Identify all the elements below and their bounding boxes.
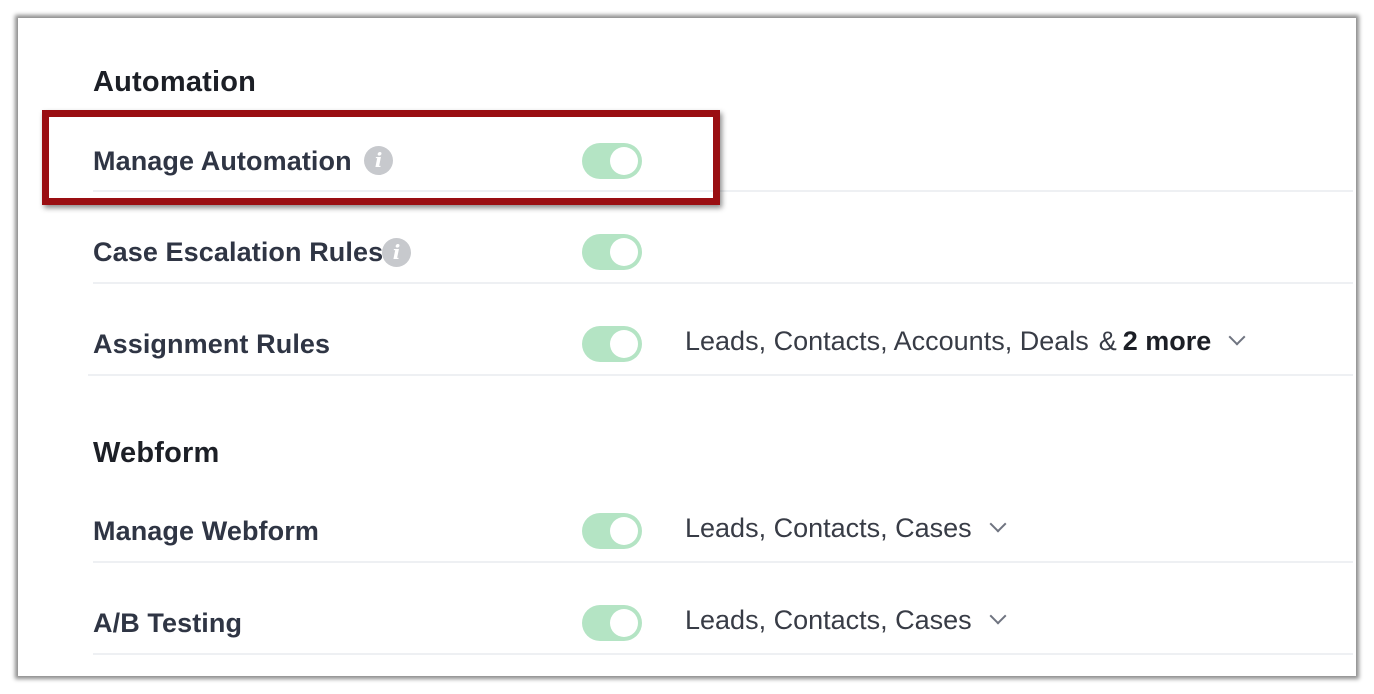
ampersand: & [1098, 326, 1117, 356]
row-divider [93, 561, 1353, 563]
more-modules-count: 2 more [1122, 326, 1212, 356]
toggle-manage-webform[interactable] [582, 513, 642, 549]
row-divider [93, 282, 1353, 284]
toggle-knob [610, 238, 638, 266]
highlight-box [42, 110, 720, 205]
chevron-down-icon [1228, 328, 1246, 346]
section-title-webform: Webform [93, 437, 220, 469]
chevron-down-icon [989, 607, 1007, 625]
module-list: Leads, Contacts, Accounts, Deals [685, 326, 1089, 356]
info-icon[interactable]: i [382, 238, 411, 267]
toggle-knob [610, 609, 638, 637]
module-selector-assignment-rules[interactable]: Leads, Contacts, Accounts, Deals & 2 more [685, 326, 1246, 357]
row-label-manage-webform: Manage Webform [93, 516, 319, 546]
toggle-case-escalation-rules[interactable] [582, 234, 642, 270]
module-list: Leads, Contacts, Cases [685, 513, 972, 543]
row-label-assignment-rules: Assignment Rules [93, 329, 331, 359]
row-divider [93, 653, 1353, 655]
toggle-ab-testing[interactable] [582, 605, 642, 641]
section-title-automation: Automation [93, 66, 257, 98]
module-selector-manage-webform[interactable]: Leads, Contacts, Cases [685, 513, 1007, 544]
chevron-down-icon [989, 515, 1007, 533]
module-selector-ab-testing[interactable]: Leads, Contacts, Cases [685, 605, 1007, 636]
row-divider [88, 374, 1353, 376]
toggle-knob [610, 517, 638, 545]
module-list: Leads, Contacts, Cases [685, 605, 972, 635]
toggle-knob [610, 330, 638, 358]
row-label-case-escalation-rules: Case Escalation Rules [93, 237, 384, 267]
row-label-ab-testing: A/B Testing [93, 608, 243, 638]
toggle-assignment-rules[interactable] [582, 326, 642, 362]
